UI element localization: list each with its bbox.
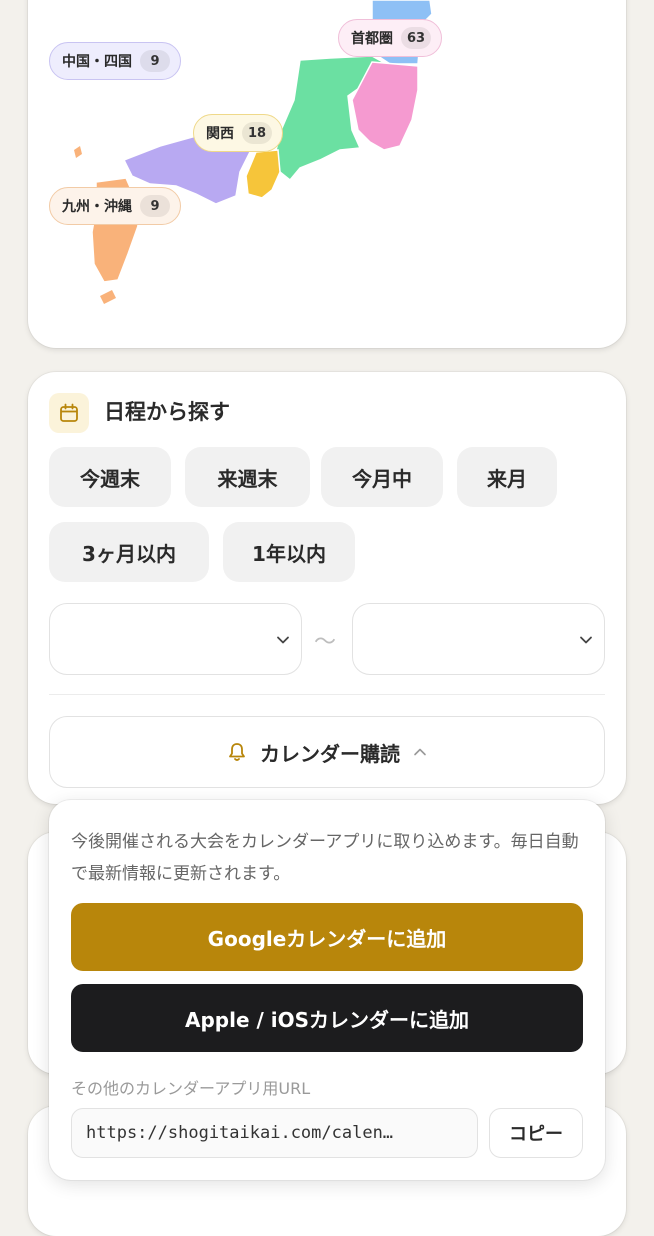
region-count: 63 <box>401 27 431 49</box>
region-count: 9 <box>140 50 170 72</box>
bell-icon <box>229 743 245 761</box>
region-badge-shutoken[interactable]: 首都圏 63 <box>338 19 442 57</box>
popup-description: 今後開催される大会をカレンダーアプリに取り込めます。毎日自動で最新情報に更新され… <box>71 832 579 884</box>
from-date-select[interactable] <box>49 603 302 675</box>
chip-within-3-months[interactable]: 3ヶ月以内 <box>49 522 209 582</box>
region-count: 18 <box>242 122 272 144</box>
region-badge-kyushu-okinawa[interactable]: 九州・沖縄 9 <box>49 187 181 225</box>
section-title: 日程から探す <box>104 400 230 424</box>
region-count: 9 <box>140 195 170 217</box>
chip-this-weekend[interactable]: 今週末 <box>49 447 171 507</box>
region-name: 首都圏 <box>351 31 393 47</box>
chip-this-month[interactable]: 今月中 <box>321 447 443 507</box>
date-range-separator: 〜 <box>314 630 337 655</box>
calendar-subscribe-toggle[interactable]: カレンダー購読 <box>49 716 605 788</box>
chip-within-1-year[interactable]: 1年以内 <box>223 522 355 582</box>
region-name: 九州・沖縄 <box>62 199 132 215</box>
chevron-down-icon <box>580 636 592 644</box>
chip-next-weekend[interactable]: 来週末 <box>185 447 310 507</box>
add-apple-calendar-button[interactable]: Apple / iOSカレンダーに追加 <box>71 984 583 1052</box>
chevron-down-icon <box>277 636 289 644</box>
url-label: その他のカレンダーアプリ用URL <box>71 1079 311 1098</box>
region-badge-kansai[interactable]: 関西 18 <box>193 114 283 152</box>
copy-url-button[interactable]: コピー <box>489 1108 583 1158</box>
chevron-up-icon <box>414 748 426 756</box>
region-name: 関西 <box>206 126 234 142</box>
calendar-icon <box>49 393 89 433</box>
region-name: 中国・四国 <box>62 54 132 70</box>
divider <box>49 694 605 695</box>
toggle-label: カレンダー購読 <box>260 741 400 766</box>
chip-next-month[interactable]: 来月 <box>457 447 557 507</box>
calendar-url-field[interactable]: https://shogitaikai.com/calen… <box>71 1108 478 1158</box>
to-date-select[interactable] <box>352 603 605 675</box>
add-google-calendar-button[interactable]: Googleカレンダーに追加 <box>71 903 583 971</box>
region-badge-chugoku-shikoku[interactable]: 中国・四国 9 <box>49 42 181 80</box>
